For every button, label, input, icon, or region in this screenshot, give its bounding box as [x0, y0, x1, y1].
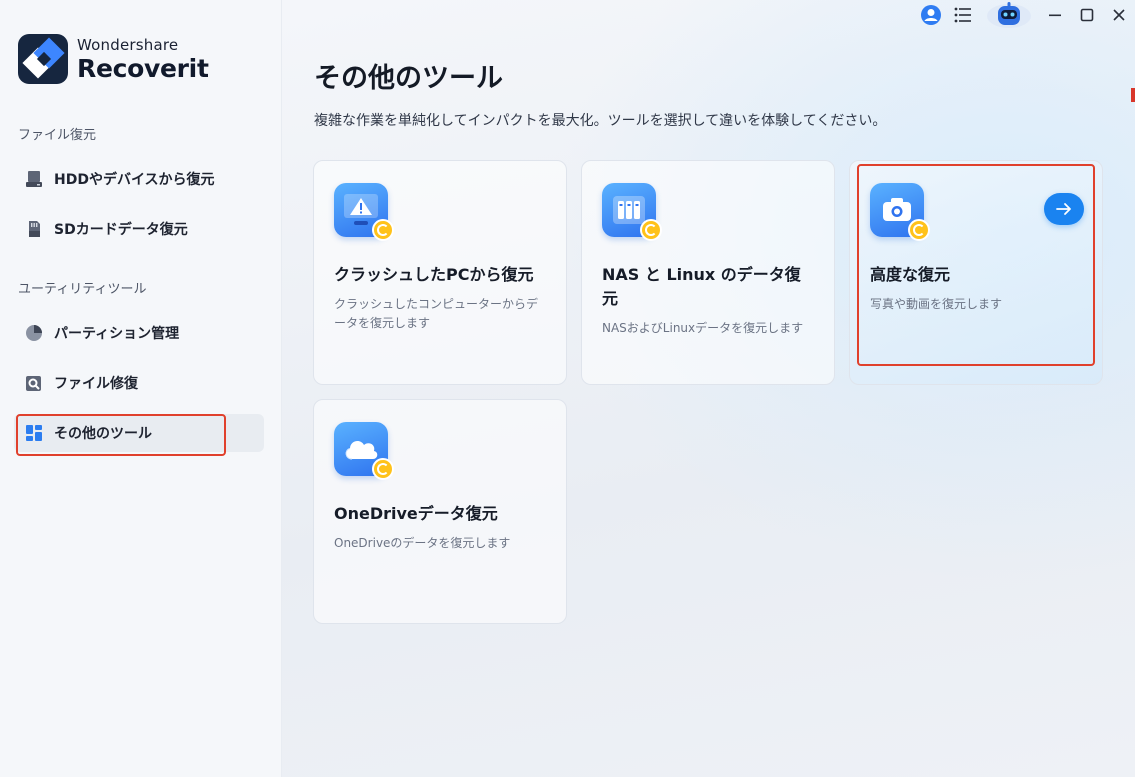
brand-name: Wondershare: [77, 35, 179, 54]
maximize-icon[interactable]: [1071, 0, 1103, 30]
hard-drive-icon: [24, 169, 44, 189]
sd-card-icon: [24, 219, 44, 239]
product-name: Recoverit: [77, 53, 209, 83]
tool-card-crashed-pc[interactable]: クラッシュしたPCから復元 クラッシュしたコンピューターからデータを復元します: [313, 160, 567, 385]
menu-list-icon[interactable]: [947, 0, 979, 30]
sidebar-item-partition-manager[interactable]: パーティション管理: [14, 314, 264, 352]
sidebar-item-label: ファイル修復: [54, 376, 138, 392]
side-edge-indicator: [1131, 80, 1135, 120]
tool-card-nas-linux[interactable]: NAS と Linux のデータ復元 NASおよびLinuxデータを復元します: [581, 160, 835, 385]
badge-icon: [372, 219, 394, 241]
sidebar-item-label: SDカードデータ復元: [54, 222, 188, 238]
tool-card-advanced-recovery[interactable]: 高度な復元 写真や動画を復元します: [849, 160, 1103, 385]
file-repair-icon: [24, 373, 44, 393]
card-description: 写真や動画を復元します: [870, 297, 1003, 311]
sidebar-item-label: HDDやデバイスから復元: [54, 172, 215, 188]
card-description: NASおよびLinuxデータを復元します: [602, 321, 804, 335]
page-title: その他のツール: [314, 63, 503, 94]
close-icon[interactable]: [1103, 0, 1135, 30]
page-subtitle: 複雑な作業を単純化してインパクトを最大化。ツールを選択して違いを体験してください…: [314, 113, 887, 129]
section-label-utilities: ユーティリティツール: [18, 282, 147, 297]
user-avatar-icon[interactable]: [915, 0, 947, 30]
sidebar-item-file-repair[interactable]: ファイル修復: [14, 364, 264, 402]
card-title: 高度な復元: [870, 265, 951, 284]
recoverit-logo-icon: [18, 34, 68, 84]
main-content: その他のツール 複雑な作業を単純化してインパクトを最大化。ツールを選択して違いを…: [282, 0, 1135, 777]
card-title: OneDriveデータ復元: [334, 504, 498, 523]
title-bar: [915, 0, 1135, 30]
section-label-file-recovery: ファイル復元: [18, 128, 97, 143]
sidebar: Wondershare Recoverit ファイル復元 HDDやデバイスから復…: [0, 0, 282, 777]
minimize-icon[interactable]: [1039, 0, 1071, 30]
card-title: NAS と Linux のデータ復元: [602, 265, 801, 308]
card-description: OneDriveのデータを復元します: [334, 536, 511, 550]
sidebar-item-hdd-recovery[interactable]: HDDやデバイスから復元: [14, 160, 264, 198]
card-title: クラッシュしたPCから復元: [334, 265, 534, 284]
sidebar-item-other-tools[interactable]: その他のツール: [14, 414, 264, 452]
camera-icon: [870, 183, 930, 243]
crashed-pc-icon: [334, 183, 394, 243]
badge-icon: [908, 219, 930, 241]
badge-icon: [372, 458, 394, 480]
app-window: Wondershare Recoverit ファイル復元 HDDやデバイスから復…: [0, 0, 1135, 777]
grid-icon: [24, 423, 44, 443]
go-arrow-button[interactable]: [1044, 193, 1084, 225]
tool-card-onedrive[interactable]: OneDriveデータ復元 OneDriveのデータを復元します: [313, 399, 567, 624]
sidebar-item-label: パーティション管理: [54, 326, 180, 342]
card-description: クラッシュしたコンピューターからデータを復元します: [334, 297, 539, 330]
robot-assistant-icon[interactable]: [979, 0, 1039, 30]
badge-icon: [640, 219, 662, 241]
sidebar-item-sd-card-recovery[interactable]: SDカードデータ復元: [14, 210, 264, 248]
pie-chart-icon: [24, 323, 44, 343]
arrow-right-icon: [1056, 203, 1071, 215]
nas-server-icon: [602, 183, 662, 243]
app-logo: Wondershare Recoverit: [18, 34, 209, 84]
cloud-icon: [334, 422, 394, 482]
sidebar-item-label: その他のツール: [54, 426, 152, 442]
